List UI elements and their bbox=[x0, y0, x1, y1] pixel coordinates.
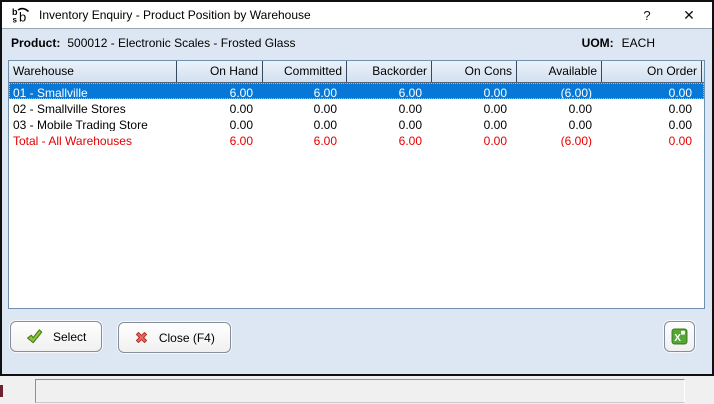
select-button[interactable]: Select bbox=[10, 321, 102, 352]
on-hand-cell: 6.00 bbox=[176, 131, 262, 147]
warehouse-cell: 01 - Smallville bbox=[9, 83, 176, 99]
backorder-cell: 0.00 bbox=[346, 115, 431, 131]
column-header-on-order[interactable]: On Order bbox=[601, 61, 701, 82]
bsb-logo-icon: b s b bbox=[12, 6, 30, 24]
column-header-committed[interactable]: Committed bbox=[262, 61, 346, 82]
green-check-icon bbox=[26, 328, 43, 345]
window-title: Inventory Enquiry - Product Position by … bbox=[39, 8, 311, 22]
table-header-row: Warehouse On Hand Committed Backorder On… bbox=[9, 61, 704, 83]
on-cons-cell: 0.00 bbox=[431, 131, 516, 147]
available-cell: 0.00 bbox=[516, 115, 601, 131]
product-bar: Product: 500012 - Electronic Scales - Fr… bbox=[2, 29, 712, 56]
available-cell: 0.00 bbox=[516, 99, 601, 115]
column-header-on-cons[interactable]: On Cons bbox=[431, 61, 516, 82]
table-row[interactable]: 02 - Smallville Stores 0.00 0.00 0.00 0.… bbox=[9, 99, 704, 115]
status-message-field bbox=[35, 379, 685, 403]
table-row-total[interactable]: Total - All Warehouses 6.00 6.00 6.00 0.… bbox=[9, 131, 704, 147]
svg-text:X: X bbox=[674, 333, 681, 344]
inventory-enquiry-dialog: b s b Inventory Enquiry - Product Positi… bbox=[0, 0, 714, 376]
on-cons-cell: 0.00 bbox=[431, 83, 516, 99]
close-button[interactable]: Close (F4) bbox=[118, 322, 231, 353]
product-label: Product: bbox=[11, 36, 60, 50]
committed-cell: 6.00 bbox=[262, 131, 346, 147]
window-close-button[interactable]: ✕ bbox=[678, 7, 700, 24]
button-row: Select Close (F4) X bbox=[10, 321, 704, 354]
on-hand-cell: 0.00 bbox=[176, 115, 262, 131]
on-order-cell: 0.00 bbox=[601, 99, 701, 115]
on-hand-cell: 6.00 bbox=[176, 83, 262, 99]
on-order-cell: 0.00 bbox=[601, 115, 701, 131]
warehouse-table: Warehouse On Hand Committed Backorder On… bbox=[8, 60, 705, 309]
backorder-cell: 6.00 bbox=[346, 131, 431, 147]
help-button[interactable]: ? bbox=[636, 8, 658, 23]
warehouse-cell: 02 - Smallville Stores bbox=[9, 99, 176, 115]
red-x-icon bbox=[134, 330, 149, 345]
uom-value: EACH bbox=[622, 36, 655, 50]
excel-export-icon: X bbox=[671, 328, 688, 345]
warehouse-cell: 03 - Mobile Trading Store bbox=[9, 115, 176, 131]
svg-text:s: s bbox=[13, 16, 18, 25]
on-order-cell: 0.00 bbox=[601, 131, 701, 147]
product-value: 500012 - Electronic Scales - Frosted Gla… bbox=[67, 36, 295, 50]
column-header-warehouse[interactable]: Warehouse bbox=[9, 61, 176, 82]
screen: b s b Inventory Enquiry - Product Positi… bbox=[0, 0, 714, 404]
on-hand-cell: 0.00 bbox=[176, 99, 262, 115]
column-header-on-hand[interactable]: On Hand bbox=[176, 61, 262, 82]
background-window-sliver bbox=[0, 385, 3, 397]
parent-status-bar bbox=[0, 376, 714, 404]
column-header-backorder[interactable]: Backorder bbox=[346, 61, 431, 82]
table-row[interactable]: 03 - Mobile Trading Store 0.00 0.00 0.00… bbox=[9, 115, 704, 131]
svg-text:b: b bbox=[19, 10, 26, 25]
warehouse-cell: Total - All Warehouses bbox=[9, 131, 176, 147]
available-cell: (6.00) bbox=[516, 83, 601, 99]
committed-cell: 0.00 bbox=[262, 99, 346, 115]
backorder-cell: 6.00 bbox=[346, 83, 431, 99]
committed-cell: 0.00 bbox=[262, 115, 346, 131]
uom-label: UOM: bbox=[582, 36, 614, 50]
on-order-cell: 0.00 bbox=[601, 83, 701, 99]
select-button-label: Select bbox=[53, 330, 86, 344]
on-cons-cell: 0.00 bbox=[431, 115, 516, 131]
column-header-filler bbox=[701, 61, 704, 82]
backorder-cell: 0.00 bbox=[346, 99, 431, 115]
table-row[interactable]: 01 - Smallville 6.00 6.00 6.00 0.00 (6.0… bbox=[9, 83, 704, 99]
export-excel-button[interactable]: X bbox=[664, 321, 695, 352]
close-button-label: Close (F4) bbox=[159, 331, 215, 345]
on-cons-cell: 0.00 bbox=[431, 99, 516, 115]
available-cell: (6.00) bbox=[516, 131, 601, 147]
column-header-available[interactable]: Available bbox=[516, 61, 601, 82]
titlebar: b s b Inventory Enquiry - Product Positi… bbox=[2, 2, 712, 29]
committed-cell: 6.00 bbox=[262, 83, 346, 99]
